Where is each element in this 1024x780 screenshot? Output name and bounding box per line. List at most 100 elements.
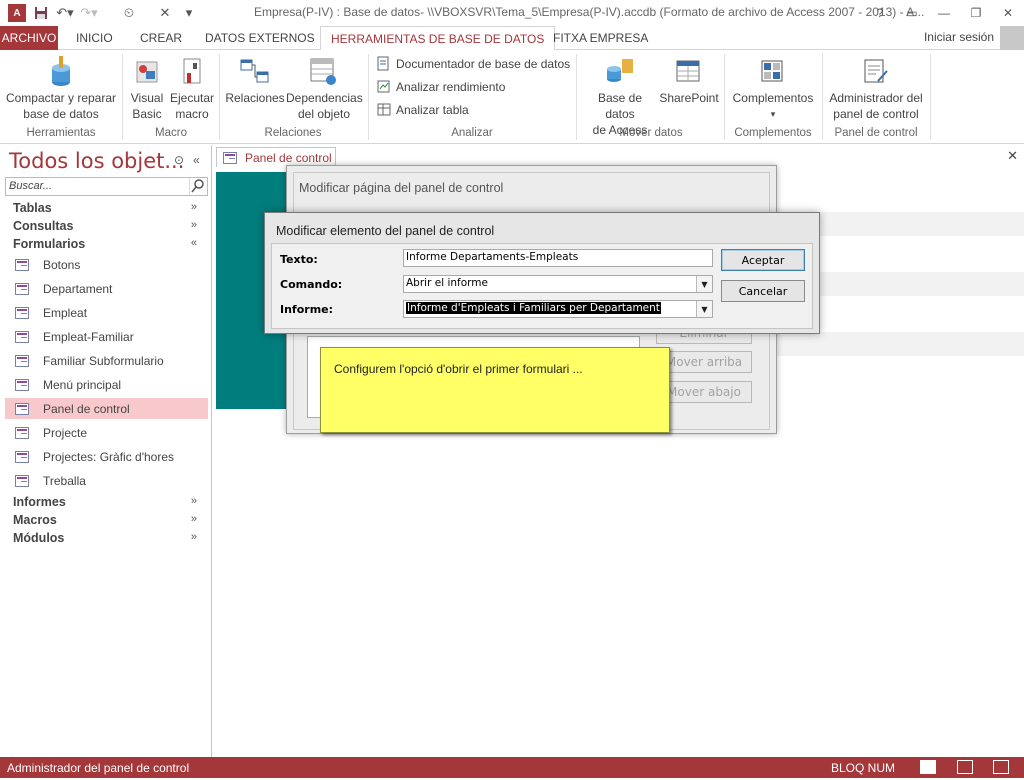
help-button[interactable]: ?	[864, 0, 896, 26]
search-icon[interactable]	[189, 178, 207, 195]
form-icon	[223, 151, 237, 164]
analyze-table-label: Analizar tabla	[396, 103, 469, 117]
accept-button[interactable]: Aceptar	[721, 249, 805, 271]
access-database-button[interactable]: Base de datos de Access	[582, 56, 658, 138]
nav-title[interactable]: Todos los objet...	[9, 149, 184, 173]
analyze-performance-button[interactable]: Analizar rendimiento	[376, 77, 505, 97]
design-view-button[interactable]	[993, 760, 1009, 774]
addins-button[interactable]: Complementos ▾	[728, 56, 818, 122]
chevron-down-icon[interactable]: ▼	[696, 276, 712, 292]
tab-herramientas[interactable]: HERRAMIENTAS DE BASE DE DATOS	[320, 26, 556, 51]
edit-item-dialog-title: Modificar elemento del panel de control	[276, 224, 495, 238]
group-separator	[368, 54, 369, 140]
visual-basic-label-2: Basic	[132, 107, 162, 121]
layout-view-button[interactable]	[957, 760, 973, 774]
access-logo: A	[6, 2, 28, 24]
signin-link[interactable]: Iniciar sesión	[924, 30, 994, 44]
search-placeholder: Buscar...	[9, 180, 52, 192]
nav-category-macros[interactable]: Macros»	[13, 513, 203, 531]
ribbon-display-button[interactable]: ▭	[896, 0, 928, 26]
nav-category-modules[interactable]: Módulos»	[13, 531, 203, 549]
access-db-label-1: Base de datos	[597, 91, 643, 121]
form-view-button[interactable]	[920, 760, 936, 774]
group-label-tools: Herramientas	[26, 127, 96, 139]
visual-basic-icon	[131, 56, 163, 88]
nav-item-form[interactable]: Empleat-Familiar	[5, 326, 208, 347]
window-controls: ? ▭ — ❐ ✕	[864, 0, 1024, 26]
close-window-button[interactable]: ✕	[992, 0, 1024, 26]
tab-crear[interactable]: CREAR	[140, 26, 182, 50]
avatar[interactable]	[1000, 26, 1024, 50]
qat-menu-button[interactable]: ▾	[178, 2, 200, 24]
window-title: Empresa(P-IV) : Base de datos- \\VBOXSVR…	[254, 5, 925, 19]
nav-category-tables[interactable]: Tablas»	[13, 201, 203, 219]
expand-icon: »	[190, 513, 197, 525]
ribbon-display-icon: ▭	[906, 6, 918, 20]
redo-button[interactable]: ↷▾	[78, 2, 100, 24]
tab-inicio[interactable]: INICIO	[76, 26, 113, 50]
search-input[interactable]: Buscar...	[5, 177, 208, 196]
nav-collapse-button[interactable]: «	[193, 153, 200, 167]
sharepoint-icon	[673, 56, 705, 88]
nav-item-form[interactable]: Menú principal	[5, 374, 208, 395]
chevron-down-circle-icon: ⊙	[174, 153, 185, 167]
object-dependencies-button[interactable]: Dependencias del objeto	[286, 56, 363, 122]
compact-repair-button[interactable]: Compactar y reparar base de datos	[4, 56, 118, 122]
minimize-button[interactable]: —	[928, 0, 960, 26]
chevron-down-icon[interactable]: ▼	[696, 301, 712, 317]
group-label-macro: Macro	[155, 127, 187, 139]
nav-item-form[interactable]: Projectes: Gràfic d'hores	[5, 446, 208, 467]
sharepoint-label: SharePoint	[659, 91, 719, 105]
group-label-analyze: Analizar	[451, 127, 493, 139]
switchboard-icon	[860, 56, 892, 88]
nav-category-reports[interactable]: Informes»	[13, 495, 203, 513]
visual-basic-button[interactable]: Visual Basic	[126, 56, 168, 122]
run-macro-button[interactable]: Ejecutar macro	[168, 56, 216, 122]
form-icon	[15, 474, 29, 487]
save-button[interactable]	[30, 2, 52, 24]
report-select[interactable]: Informe d'Empleats i Familiars per Depar…	[403, 300, 713, 318]
help-icon: ?	[876, 6, 884, 20]
nav-item-form[interactable]: Departament	[5, 278, 208, 299]
nav-item-form[interactable]: Empleat	[5, 302, 208, 323]
doc-tab-panel-control[interactable]: Panel de control	[216, 147, 336, 167]
text-input[interactable]: Informe Departaments-Empleats	[403, 249, 713, 267]
title-bar: A ↶▾ ↷▾ ⏲ ✕ ▾ Empresa(P-IV) : Base de da…	[0, 0, 1024, 26]
nav-menu-button[interactable]: ⊙	[174, 153, 184, 167]
ribbon: Compactar y reparar base de datos Herram…	[0, 50, 1024, 144]
database-documenter-button[interactable]: Documentador de base de datos	[376, 54, 570, 74]
undo-button[interactable]: ↶▾	[54, 2, 76, 24]
command-select[interactable]: Abrir el informe ▼	[403, 275, 713, 293]
group-separator	[122, 54, 123, 140]
nav-category-queries[interactable]: Consultas»	[13, 219, 203, 237]
nav-item-form[interactable]: Treballa	[5, 470, 208, 491]
close-doc-button[interactable]: ✕	[154, 2, 176, 24]
text-label: Texto:	[280, 253, 318, 266]
relationships-button[interactable]: Relaciones	[224, 56, 286, 106]
customize-button[interactable]: ⏲	[118, 2, 140, 24]
visual-basic-label-1: Visual	[130, 91, 164, 105]
status-bar: Administrador del panel de control BLOQ …	[0, 757, 1024, 778]
close-doc-tab-button[interactable]: ✕	[1007, 148, 1018, 164]
analyze-table-button[interactable]: Analizar tabla	[376, 100, 469, 120]
nav-item-form[interactable]: Botons	[5, 254, 208, 275]
nav-item-form-selected[interactable]: Panel de control	[5, 398, 208, 419]
restore-button[interactable]: ❐	[960, 0, 992, 26]
move-up-button[interactable]: Mover arriba	[656, 351, 752, 373]
sharepoint-button[interactable]: SharePoint	[658, 56, 720, 106]
tab-archivo[interactable]: ARCHIVO	[0, 26, 58, 50]
move-down-button[interactable]: Mover abajo	[656, 381, 752, 403]
tab-fitxa-empresa[interactable]: FITXA EMPRESA	[553, 26, 648, 50]
nav-item-form[interactable]: Familiar Subformulario	[5, 350, 208, 371]
switchboard-manager-button[interactable]: Administrador del panel de control	[826, 56, 926, 122]
form-icon	[15, 402, 29, 415]
dependencies-label-2: del objeto	[297, 107, 351, 121]
cancel-button[interactable]: Cancelar	[721, 280, 805, 302]
tab-datos-externos[interactable]: DATOS EXTERNOS	[205, 26, 315, 50]
nav-item-form[interactable]: Projecte	[5, 422, 208, 443]
nav-category-forms[interactable]: Formularios «	[13, 237, 203, 255]
form-icon	[15, 354, 29, 367]
edit-item-dialog-body: Texto: Informe Departaments-Empleats Com…	[271, 243, 813, 329]
relationships-label: Relaciones	[225, 91, 285, 105]
compact-icon	[45, 56, 77, 88]
